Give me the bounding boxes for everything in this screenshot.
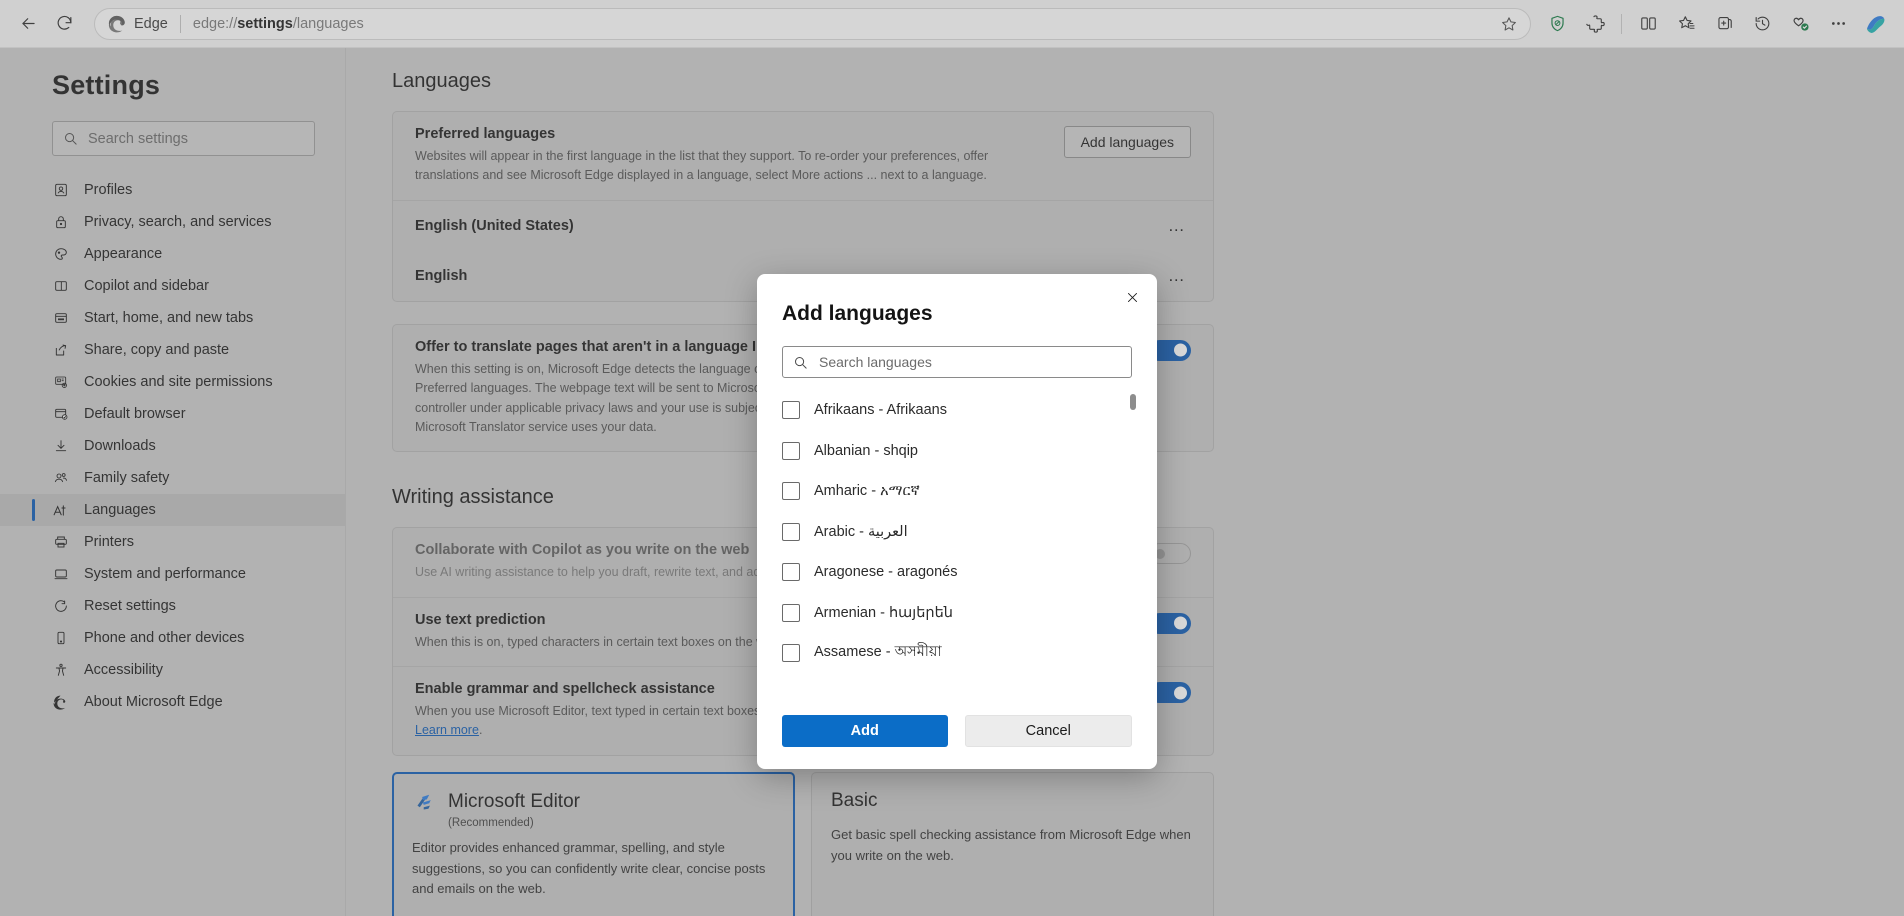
list-item-label: Assamese - অসমীয়া [814,644,942,661]
language-checkbox[interactable] [782,603,800,622]
list-item-label: Amharic - አማርኛ [814,483,920,500]
search-languages-input[interactable]: Search languages [782,346,1132,378]
dialog-title: Add languages [782,302,933,325]
close-icon[interactable] [1117,283,1147,311]
language-checkbox[interactable] [782,644,800,663]
list-item-label: Arabic - العربية [814,523,908,540]
dialog-actions: Add Cancel [782,715,1132,747]
list-item[interactable]: Amharic - አማርኛ [782,471,1157,512]
add-languages-dialog: Add languages Search languages Afrikaans… [757,274,1157,769]
search-languages-placeholder: Search languages [819,354,932,370]
list-item[interactable]: Assamese - অসমীয়া [782,633,1157,674]
language-checkbox[interactable] [782,482,800,501]
search-icon [793,355,808,370]
list-item[interactable]: Armenian - հայերեն [782,593,1157,634]
language-checkbox[interactable] [782,401,800,420]
language-checkbox[interactable] [782,563,800,582]
list-item-label: Afrikaans - Afrikaans [814,402,947,419]
list-item[interactable]: Afrikaans - Afrikaans [782,390,1157,431]
list-item[interactable]: Asturian - asturianu [782,674,1157,681]
language-checkbox[interactable] [782,441,800,460]
list-item[interactable]: Arabic - العربية [782,512,1157,553]
list-scrollbar[interactable] [1130,394,1136,410]
list-item-label: Aragonese - aragonés [814,564,958,581]
languages-list[interactable]: Afrikaans - Afrikaans Albanian - shqip A… [757,390,1157,680]
list-item-label: Armenian - հայերեն [814,604,953,621]
add-button[interactable]: Add [782,715,948,747]
language-checkbox[interactable] [782,522,800,541]
cancel-button[interactable]: Cancel [964,715,1132,747]
list-item[interactable]: Aragonese - aragonés [782,552,1157,593]
list-item[interactable]: Albanian - shqip [782,431,1157,472]
list-item-label: Albanian - shqip [814,442,918,459]
